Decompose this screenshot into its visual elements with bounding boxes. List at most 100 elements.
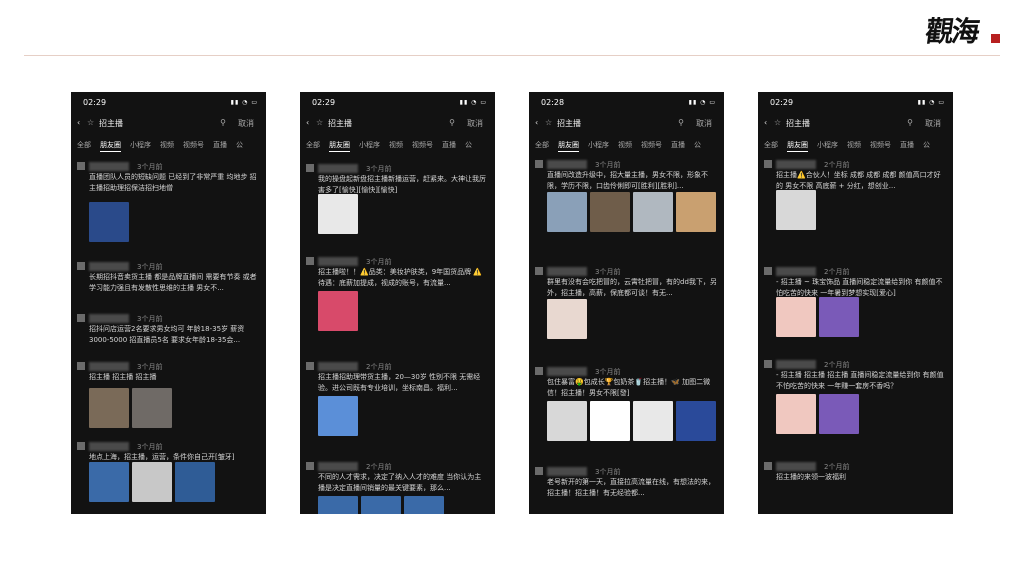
tab-item[interactable]: 朋友圈 [787,141,808,152]
star-icon[interactable]: ☆ [316,118,323,127]
cancel-button[interactable]: 取消 [696,118,712,129]
tab-item[interactable]: 公 [694,141,701,149]
avatar[interactable] [77,442,85,450]
search-bar[interactable]: ‹ ☆ 招主播 ⚲ 取消 [535,118,718,132]
post-image-thumb[interactable] [89,388,129,428]
avatar[interactable] [535,160,543,168]
back-arrow-icon[interactable]: ‹ [77,118,80,127]
tab-item[interactable]: 全部 [77,141,91,149]
tab-item[interactable]: 视频 [618,141,632,149]
tab-item[interactable]: 小程序 [817,141,838,149]
post-image-thumb[interactable] [819,297,859,337]
avatar[interactable] [77,262,85,270]
avatar[interactable] [77,162,85,170]
post-image-thumb[interactable] [132,462,172,502]
tab-item[interactable]: 公 [465,141,472,149]
tab-item[interactable]: 全部 [535,141,549,149]
post-images[interactable] [776,394,859,434]
post-image-thumb[interactable] [175,462,215,502]
tab-item[interactable]: 视频号 [870,141,891,149]
tab-item[interactable]: 视频 [160,141,174,149]
post-images[interactable] [318,396,358,436]
avatar[interactable] [306,257,314,265]
search-input[interactable]: 招主播 [786,118,810,129]
tab-item[interactable]: 全部 [764,141,778,149]
avatar[interactable] [306,164,314,172]
tab-item[interactable]: 小程序 [359,141,380,149]
post-image-thumb[interactable] [318,496,358,514]
tab-item[interactable]: 公 [236,141,243,149]
avatar[interactable] [535,267,543,275]
avatar[interactable] [77,314,85,322]
post-image-thumb[interactable] [547,299,587,339]
post-image-thumb[interactable] [404,496,444,514]
post-image-thumb[interactable] [676,401,716,441]
back-arrow-icon[interactable]: ‹ [764,118,767,127]
post-images[interactable] [547,299,587,339]
tab-item[interactable]: 直播 [442,141,456,149]
post-image-thumb[interactable] [819,394,859,434]
avatar[interactable] [764,160,772,168]
avatar[interactable] [306,362,314,370]
post-image-thumb[interactable] [318,291,358,331]
tab-item[interactable]: 直播 [671,141,685,149]
tab-item[interactable]: 视频号 [412,141,433,149]
star-icon[interactable]: ☆ [774,118,781,127]
post-image-thumb[interactable] [676,192,716,232]
star-icon[interactable]: ☆ [87,118,94,127]
tab-item[interactable]: 视频号 [641,141,662,149]
tab-item[interactable]: 朋友圈 [329,141,350,152]
post-image-thumb[interactable] [547,401,587,441]
tab-item[interactable]: 公 [923,141,930,149]
post-image-thumb[interactable] [776,297,816,337]
search-input[interactable]: 招主播 [328,118,352,129]
post-images[interactable] [318,496,444,514]
post-image-thumb[interactable] [776,394,816,434]
post-images[interactable] [89,388,172,428]
tab-item[interactable]: 视频 [847,141,861,149]
mic-icon[interactable]: ⚲ [220,118,226,127]
avatar[interactable] [306,462,314,470]
search-bar[interactable]: ‹ ☆ 招主播 ⚲ 取消 [764,118,947,132]
post-image-thumb[interactable] [633,192,673,232]
cancel-button[interactable]: 取消 [467,118,483,129]
tab-item[interactable]: 视频 [389,141,403,149]
avatar[interactable] [535,367,543,375]
tab-item[interactable]: 全部 [306,141,320,149]
post-image-thumb[interactable] [89,462,129,502]
avatar[interactable] [535,467,543,475]
post-image-thumb[interactable] [132,388,172,428]
tab-item[interactable]: 直播 [900,141,914,149]
tab-item[interactable]: 朋友圈 [558,141,579,152]
post-image-thumb[interactable] [590,192,630,232]
post-images[interactable] [547,401,716,441]
cancel-button[interactable]: 取消 [238,118,254,129]
cancel-button[interactable]: 取消 [925,118,941,129]
tab-item[interactable]: 朋友圈 [100,141,121,152]
back-arrow-icon[interactable]: ‹ [306,118,309,127]
post-image-thumb[interactable] [590,401,630,441]
post-image-thumb[interactable] [776,190,816,230]
post-image-thumb[interactable] [361,496,401,514]
post-images[interactable] [89,462,215,502]
avatar[interactable] [764,462,772,470]
search-bar[interactable]: ‹ ☆ 招主播 ⚲ 取消 [306,118,489,132]
post-images[interactable] [318,194,358,234]
avatar[interactable] [764,360,772,368]
post-image-thumb[interactable] [633,401,673,441]
search-bar[interactable]: ‹ ☆ 招主播 ⚲ 取消 [77,118,260,132]
back-arrow-icon[interactable]: ‹ [535,118,538,127]
mic-icon[interactable]: ⚲ [449,118,455,127]
post-image-thumb[interactable] [318,396,358,436]
tab-item[interactable]: 视频号 [183,141,204,149]
search-input[interactable]: 招主播 [99,118,123,129]
search-input[interactable]: 招主播 [557,118,581,129]
avatar[interactable] [764,267,772,275]
tab-item[interactable]: 小程序 [588,141,609,149]
avatar[interactable] [77,362,85,370]
post-images[interactable] [776,190,816,230]
post-image-thumb[interactable] [89,202,129,242]
post-images[interactable] [547,192,716,232]
star-icon[interactable]: ☆ [545,118,552,127]
post-image-thumb[interactable] [318,194,358,234]
